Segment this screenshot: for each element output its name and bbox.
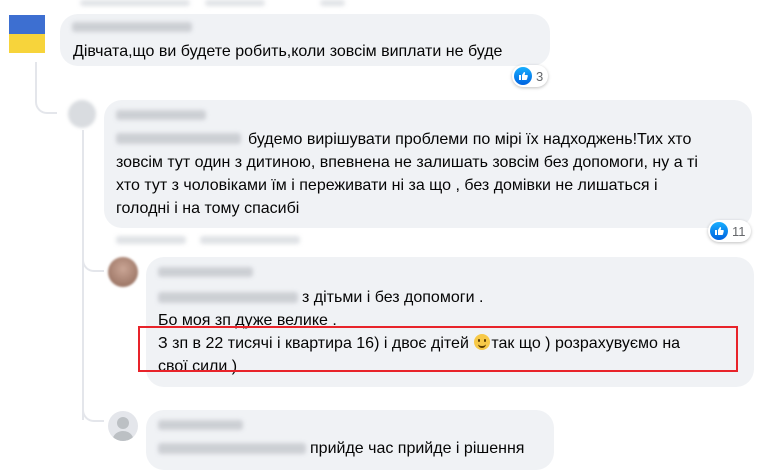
default-avatar-icon <box>112 417 134 441</box>
avatar[interactable] <box>108 257 138 287</box>
blurred-actions[interactable] <box>116 236 186 244</box>
blurred-author-name[interactable] <box>116 110 206 120</box>
reaction-count-value: 3 <box>536 68 544 84</box>
thread-connector <box>35 90 57 114</box>
comment-text: прийде час прийде і рішення <box>310 440 525 457</box>
like-icon <box>710 222 728 240</box>
thread-connector <box>82 248 104 272</box>
blurred-header-text <box>320 0 345 6</box>
thread-line <box>82 130 84 420</box>
thread-connector <box>82 400 104 422</box>
reaction-count[interactable]: 3 <box>512 65 549 87</box>
reaction-count[interactable]: 11 <box>708 220 751 242</box>
blurred-author-name[interactable] <box>72 22 192 32</box>
reaction-count-value: 11 <box>732 223 746 239</box>
blurred-mention[interactable] <box>158 443 306 454</box>
comment-text-line: хто тут з чоловіками їм і переживати ні … <box>116 177 658 194</box>
avatar[interactable] <box>68 100 96 128</box>
avatar[interactable] <box>9 15 45 53</box>
comment-text-line: з дітьми і без допомоги . <box>302 289 484 306</box>
blurred-author-name[interactable] <box>158 267 253 277</box>
blurred-header-text <box>80 0 190 6</box>
blurred-mention[interactable] <box>158 292 298 303</box>
comment-text: Дівчата,що ви будете робить,коли зовсім … <box>73 43 503 60</box>
avatar[interactable] <box>108 411 138 441</box>
red-highlight-box <box>138 326 738 372</box>
blurred-mention[interactable] <box>116 133 241 144</box>
comment-text-line: зовсім тут один з дитиною, впевнена не з… <box>116 154 698 171</box>
blurred-header-text <box>205 0 265 6</box>
comment-text-line: будемо вирішувати проблеми по мірі їх на… <box>248 131 692 148</box>
blurred-author-name[interactable] <box>158 420 243 430</box>
comment-text-line: голодні і на тому спасибі <box>116 200 300 217</box>
blurred-actions[interactable] <box>200 236 300 244</box>
like-icon <box>514 67 532 85</box>
